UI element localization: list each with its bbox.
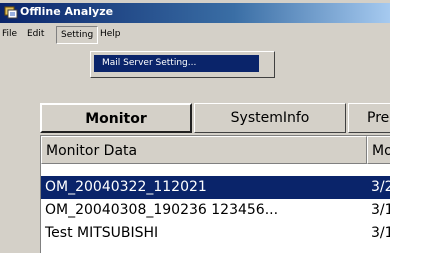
tab-monitor[interactable]: Monitor [40,103,192,133]
cell-date: 3/22 [371,179,390,195]
table-row[interactable]: OM_20040322_112021 3/22 [41,176,390,199]
mail-server-setting-item[interactable]: Mail Server Setting... [94,55,259,72]
cell-monitor-data: Test MITSUBISHI [45,225,159,241]
cell-date: 3/16 [371,202,390,218]
tab-systeminfo[interactable]: SystemInfo [194,103,346,133]
cell-monitor-data: OM_20040322_112021 [45,179,207,195]
menu-help[interactable]: Help [100,29,121,39]
table-row[interactable]: OM_20040308_190236 123456... 3/16 [41,199,390,222]
column-header-mon[interactable]: Mon [367,136,390,164]
menu-bar: File Edit Setting Help [0,23,390,49]
window-title: Offline Analyze [20,5,114,18]
cell-monitor-data: OM_20040308_190236 123456... [45,202,279,218]
tab-pre[interactable]: Pre- [348,103,390,133]
monitor-data-list[interactable]: Monitor Data Mon OM_20040322_112021 3/22… [40,135,390,253]
cell-date: 3/16 [371,225,390,241]
column-header-monitor-data[interactable]: Monitor Data [41,136,367,164]
setting-dropdown-menu: Mail Server Setting... [90,51,275,78]
menu-setting[interactable]: Setting [56,26,99,44]
title-bar[interactable]: Offline Analyze [0,3,390,23]
app-icon [4,6,18,19]
menu-edit[interactable]: Edit [27,29,44,39]
menu-file[interactable]: File [2,29,17,39]
app-window: Offline Analyze File Edit Setting Help M… [0,0,390,253]
table-row[interactable]: Test MITSUBISHI 3/16 [41,222,390,245]
